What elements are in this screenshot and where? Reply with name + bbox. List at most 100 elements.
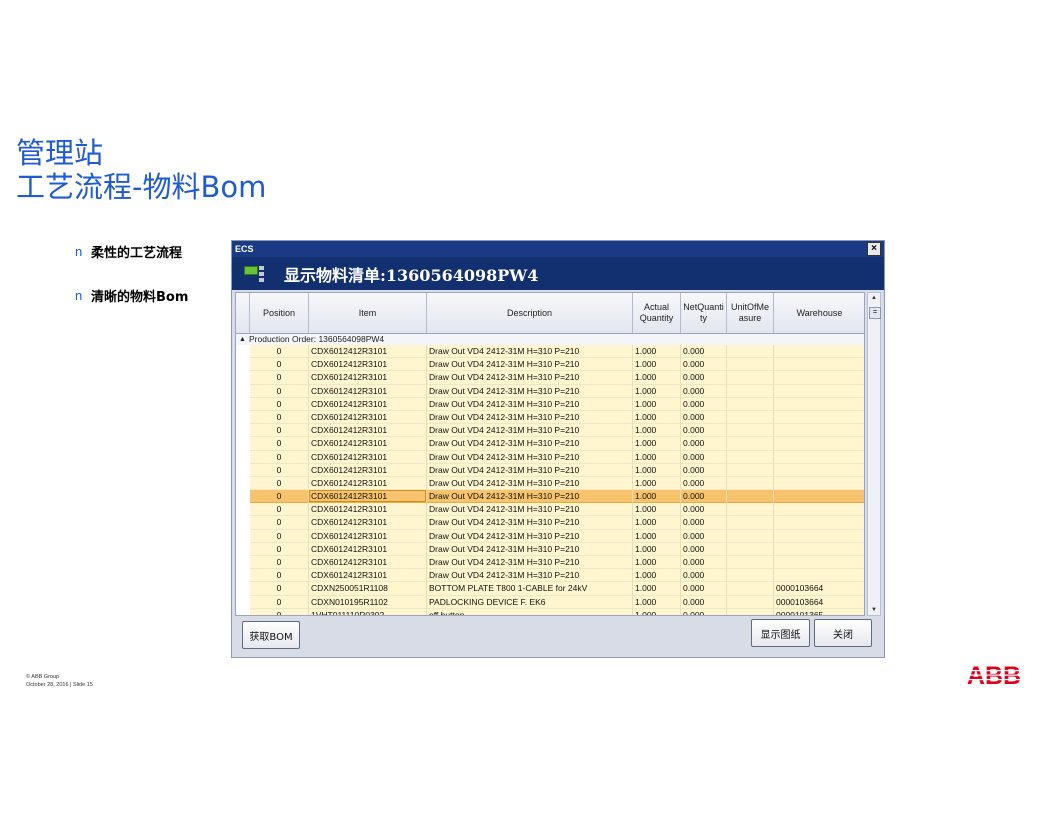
cell-unit-of-measure[interactable] bbox=[727, 608, 774, 615]
table-row[interactable]: 0 CDX6012412R3101 Draw Out VD4 2412-31M H=… bbox=[236, 529, 864, 543]
cell-item[interactable]: CDX6012412R3101 bbox=[309, 476, 427, 491]
cell-unit-of-measure[interactable] bbox=[727, 345, 774, 359]
cell-position[interactable]: 0 bbox=[250, 608, 309, 615]
cell-item[interactable]: CDX6012412R3101 bbox=[309, 490, 427, 504]
cell-description[interactable]: Draw Out VD4 2412-31M H=310 P=210 bbox=[427, 397, 633, 411]
table-row[interactable]: 0 CDX6012412R3101 Draw Out VD4 2412-31M H=… bbox=[236, 437, 864, 451]
cell-position[interactable]: 0 bbox=[250, 463, 309, 477]
column-header-unit-of-measure[interactable]: UnitOfMe asure bbox=[727, 293, 774, 333]
cell-actual-quantity[interactable]: 1.000 bbox=[633, 608, 681, 615]
table-row[interactable]: 0 CDX6012412R3101 Draw Out VD4 2412-31M H=… bbox=[236, 503, 864, 517]
cell-description[interactable]: Draw Out VD4 2412-31M H=310 P=210 bbox=[427, 503, 633, 517]
cell-warehouse[interactable] bbox=[774, 542, 864, 556]
cell-actual-quantity[interactable]: 1.000 bbox=[633, 516, 681, 530]
cell-warehouse[interactable] bbox=[774, 424, 864, 438]
cell-unit-of-measure[interactable] bbox=[727, 516, 774, 530]
column-header-net-quantity[interactable]: NetQuanti ty bbox=[681, 293, 727, 333]
cell-item[interactable]: 1VHT011110R0302 bbox=[309, 608, 427, 615]
cell-actual-quantity[interactable]: 1.000 bbox=[633, 450, 681, 464]
cell-actual-quantity[interactable]: 1.000 bbox=[633, 463, 681, 477]
cell-net-quantity[interactable]: 0.000 bbox=[681, 371, 727, 385]
cell-item[interactable]: CDX6012412R3101 bbox=[309, 410, 427, 425]
cell-item[interactable]: CDX6012412R3101 bbox=[309, 529, 427, 543]
close-button[interactable]: 关闭 bbox=[814, 619, 872, 647]
cell-actual-quantity[interactable]: 1.000 bbox=[633, 371, 681, 385]
table-row[interactable]: 0 CDX6012412R3101 Draw Out VD4 2412-31M H=… bbox=[236, 424, 864, 438]
window-close-button[interactable]: × bbox=[867, 242, 881, 256]
cell-unit-of-measure[interactable] bbox=[727, 384, 774, 398]
cell-warehouse[interactable] bbox=[774, 490, 864, 504]
cell-unit-of-measure[interactable] bbox=[727, 397, 774, 411]
cell-unit-of-measure[interactable] bbox=[727, 476, 774, 491]
cell-actual-quantity[interactable]: 1.000 bbox=[633, 569, 681, 583]
cell-position[interactable]: 0 bbox=[250, 542, 309, 556]
scroll-down-icon[interactable]: ▼ bbox=[869, 606, 879, 614]
cell-item[interactable]: CDXN010195R1102 bbox=[309, 595, 427, 609]
column-header-description[interactable]: Description bbox=[427, 293, 633, 333]
cell-unit-of-measure[interactable] bbox=[727, 556, 774, 570]
table-row[interactable]: 0 CDX6012412R3101 Draw Out VD4 2412-31M H=… bbox=[236, 476, 864, 491]
cell-item[interactable]: CDX6012412R3101 bbox=[309, 556, 427, 570]
cell-actual-quantity[interactable]: 1.000 bbox=[633, 529, 681, 543]
table-row[interactable]: 0 CDX6012412R3101 Draw Out VD4 2412-31M H=… bbox=[236, 371, 864, 385]
cell-position[interactable]: 0 bbox=[250, 582, 309, 596]
table-row[interactable]: 0 CDX6012412R3101 Draw Out VD4 2412-31M H=… bbox=[236, 490, 864, 504]
cell-net-quantity[interactable]: 0.000 bbox=[681, 437, 727, 451]
cell-net-quantity[interactable]: 0.000 bbox=[681, 582, 727, 596]
cell-item[interactable]: CDX6012412R3101 bbox=[309, 516, 427, 530]
cell-position[interactable]: 0 bbox=[250, 503, 309, 517]
cell-position[interactable]: 0 bbox=[250, 490, 309, 504]
cell-position[interactable]: 0 bbox=[250, 556, 309, 570]
cell-warehouse[interactable] bbox=[774, 371, 864, 385]
cell-item[interactable]: CDX6012412R3101 bbox=[309, 358, 427, 372]
cell-unit-of-measure[interactable] bbox=[727, 529, 774, 543]
cell-description[interactable]: Draw Out VD4 2412-31M H=310 P=210 bbox=[427, 556, 633, 570]
cell-actual-quantity[interactable]: 1.000 bbox=[633, 345, 681, 359]
cell-position[interactable]: 0 bbox=[250, 384, 309, 398]
cell-position[interactable]: 0 bbox=[250, 397, 309, 411]
scroll-thumb[interactable]: = bbox=[869, 307, 881, 319]
table-row[interactable]: 0 CDX6012412R3101 Draw Out VD4 2412-31M H=… bbox=[236, 397, 864, 411]
cell-warehouse[interactable] bbox=[774, 397, 864, 411]
cell-position[interactable]: 0 bbox=[250, 516, 309, 530]
table-row[interactable]: 0 CDX6012412R3101 Draw Out VD4 2412-31M H=… bbox=[236, 516, 864, 530]
cell-actual-quantity[interactable]: 1.000 bbox=[633, 424, 681, 438]
cell-actual-quantity[interactable]: 1.000 bbox=[633, 595, 681, 609]
cell-net-quantity[interactable]: 0.000 bbox=[681, 358, 727, 372]
cell-warehouse[interactable] bbox=[774, 345, 864, 359]
table-row[interactable]: 0 CDXN250051R1108 BOTTOM PLATE T800 1-CABL… bbox=[236, 582, 864, 596]
grid-vertical-scrollbar[interactable]: ▲ = ▼ bbox=[867, 292, 881, 616]
cell-net-quantity[interactable]: 0.000 bbox=[681, 608, 727, 615]
cell-position[interactable]: 0 bbox=[250, 345, 309, 359]
get-bom-button[interactable]: 获取BOM bbox=[242, 621, 300, 649]
cell-item[interactable]: CDX6012412R3101 bbox=[309, 345, 427, 359]
cell-position[interactable]: 0 bbox=[250, 595, 309, 609]
cell-description[interactable]: Draw Out VD4 2412-31M H=310 P=210 bbox=[427, 410, 633, 425]
group-row-production-order[interactable]: ▲ Production Order: 1360564098PW4 bbox=[236, 334, 864, 345]
cell-description[interactable]: PADLOCKING DEVICE F. EK6 bbox=[427, 595, 633, 609]
cell-position[interactable]: 0 bbox=[250, 476, 309, 491]
cell-description[interactable]: Draw Out VD4 2412-31M H=310 P=210 bbox=[427, 437, 633, 451]
cell-description[interactable]: Draw Out VD4 2412-31M H=310 P=210 bbox=[427, 490, 633, 504]
table-row[interactable]: 0 CDX6012412R3101 Draw Out VD4 2412-31M H=… bbox=[236, 450, 864, 464]
collapse-caret-icon[interactable]: ▲ bbox=[239, 334, 246, 345]
cell-warehouse[interactable] bbox=[774, 384, 864, 398]
cell-position[interactable]: 0 bbox=[250, 450, 309, 464]
cell-description[interactable]: Draw Out VD4 2412-31M H=310 P=210 bbox=[427, 463, 633, 477]
cell-actual-quantity[interactable]: 1.000 bbox=[633, 582, 681, 596]
cell-description[interactable]: Draw Out VD4 2412-31M H=310 P=210 bbox=[427, 569, 633, 583]
table-row[interactable]: 0 CDX6012412R3101 Draw Out VD4 2412-31M H=… bbox=[236, 358, 864, 372]
cell-description[interactable]: off button bbox=[427, 608, 633, 615]
cell-warehouse[interactable] bbox=[774, 569, 864, 583]
cell-actual-quantity[interactable]: 1.000 bbox=[633, 542, 681, 556]
cell-unit-of-measure[interactable] bbox=[727, 595, 774, 609]
cell-actual-quantity[interactable]: 1.000 bbox=[633, 476, 681, 491]
cell-net-quantity[interactable]: 0.000 bbox=[681, 397, 727, 411]
cell-description[interactable]: Draw Out VD4 2412-31M H=310 P=210 bbox=[427, 371, 633, 385]
cell-unit-of-measure[interactable] bbox=[727, 542, 774, 556]
cell-position[interactable]: 0 bbox=[250, 424, 309, 438]
table-row[interactable]: 0 CDX6012412R3101 Draw Out VD4 2412-31M H=… bbox=[236, 384, 864, 398]
cell-net-quantity[interactable]: 0.000 bbox=[681, 476, 727, 491]
cell-description[interactable]: Draw Out VD4 2412-31M H=310 P=210 bbox=[427, 476, 633, 491]
cell-position[interactable]: 0 bbox=[250, 410, 309, 425]
